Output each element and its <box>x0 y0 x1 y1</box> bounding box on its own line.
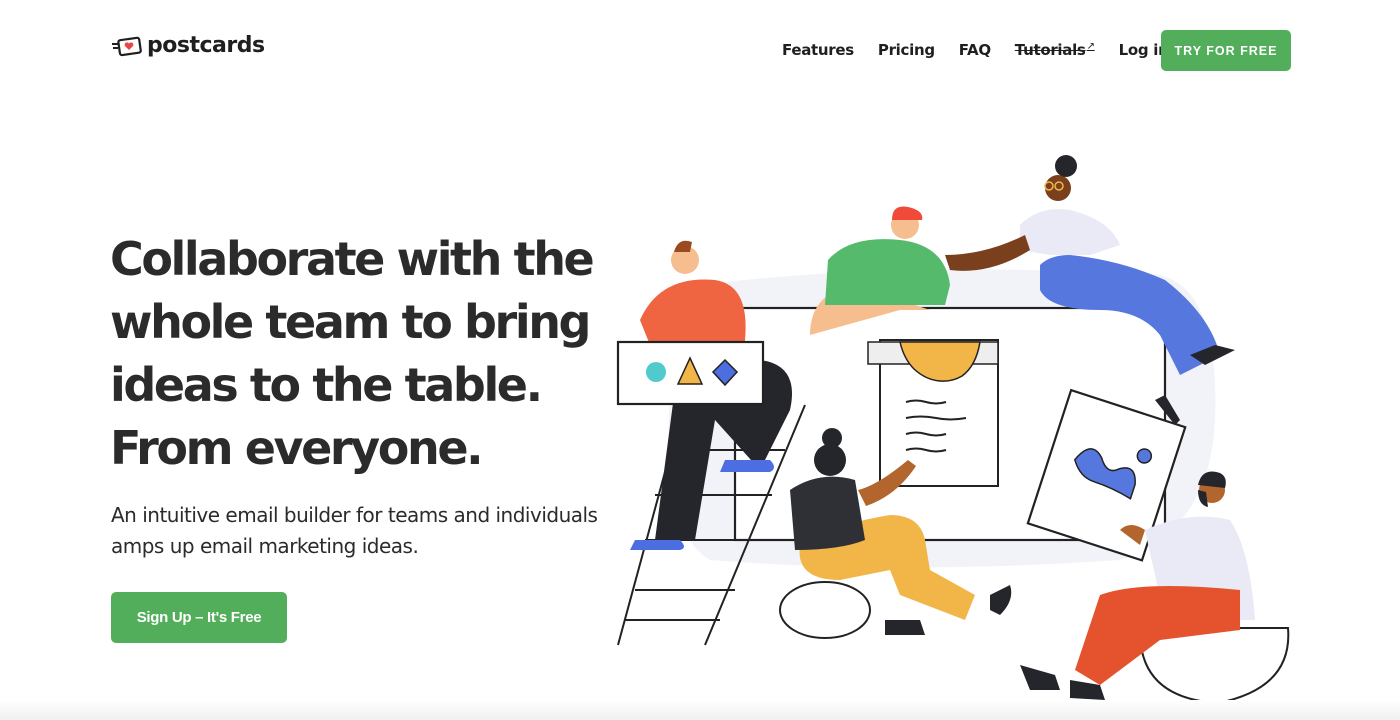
try-for-free-button[interactable]: TRY FOR FREE <box>1161 30 1291 71</box>
nav-faq[interactable]: FAQ <box>959 41 991 59</box>
shapes-card <box>616 340 765 406</box>
nav-tutorials-label: Tutorials <box>1014 41 1086 59</box>
hero-title-line: whole team to bring <box>110 295 591 349</box>
logo-text: postcards <box>147 33 265 58</box>
hero-title-line: ideas to the table. <box>110 358 543 412</box>
nav-pricing[interactable]: Pricing <box>878 41 935 59</box>
external-link-icon: ↗ <box>1086 41 1095 52</box>
hero-title: Collaborate with the whole team to bring… <box>110 228 610 480</box>
team-collaboration-illustration <box>616 155 1290 705</box>
main-nav: Features Pricing FAQ Tutorials↗ Log in <box>782 30 1193 70</box>
hero-subtitle-line: An intuitive email builder for teams and… <box>111 503 598 527</box>
round-cushion <box>779 581 871 639</box>
teal-circle-shape <box>646 362 666 382</box>
signup-button[interactable]: Sign Up – It's Free <box>111 592 287 643</box>
logo[interactable]: postcards <box>111 33 265 58</box>
nav-features[interactable]: Features <box>782 41 854 59</box>
bottom-fade <box>0 700 1400 720</box>
postcard-heart-icon <box>112 36 142 56</box>
hero-subtitle-line: amps up email marketing ideas. <box>111 534 419 558</box>
hero-title-line: From everyone. <box>110 421 484 475</box>
header: postcards Features Pricing FAQ Tutorials… <box>0 0 1400 100</box>
nav-tutorials[interactable]: Tutorials↗ <box>1015 41 1095 59</box>
hero-subtitle: An intuitive email builder for teams and… <box>111 500 611 562</box>
hero-title-line: Collaborate with the <box>110 232 595 286</box>
